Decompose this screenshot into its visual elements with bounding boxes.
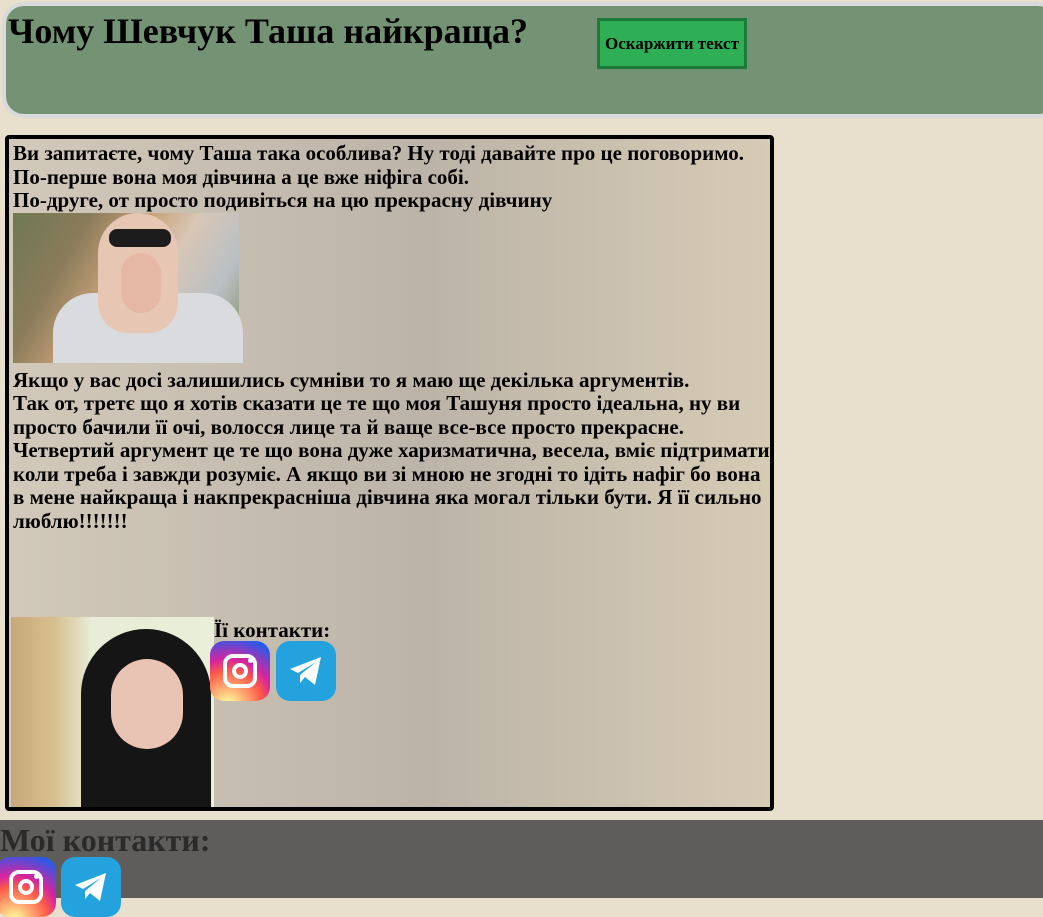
intro-paragraph: Ви запитаєте, чому Таша така особлива? Н… — [13, 141, 745, 212]
girlfriend-photo-2 — [11, 617, 214, 807]
instagram-icon[interactable] — [210, 641, 270, 701]
my-contacts-label: Мої контакти: — [0, 822, 211, 858]
page-header: Чому Шевчук Таша найкраща? Оскаржити тек… — [2, 2, 1043, 118]
telegram-icon[interactable] — [61, 857, 121, 917]
main-content-box: Ви запитаєте, чому Таша така особлива? Н… — [5, 135, 774, 811]
page-title: Чому Шевчук Таша найкраща? — [8, 11, 529, 51]
appeal-text-button[interactable]: Оскаржити текст — [597, 18, 747, 69]
arguments-paragraph: Якщо у вас досі залишились сумніви то я … — [13, 367, 770, 533]
girlfriend-photo-1 — [13, 212, 243, 363]
page-footer: Мої контакти: — [0, 820, 1043, 917]
her-contacts-label: Її контакти: — [214, 618, 331, 642]
telegram-icon[interactable] — [276, 641, 336, 701]
instagram-icon[interactable] — [0, 857, 56, 917]
